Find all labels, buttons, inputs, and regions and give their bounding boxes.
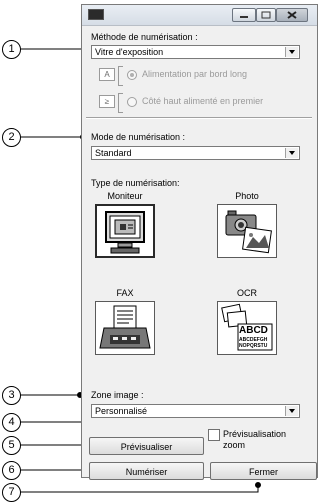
tile-caption-monitor: Moniteur [107,191,143,201]
scan-method-value: Vitre d'exposition [95,47,164,57]
scan-type-fax-button[interactable] [95,301,155,355]
dropdown-arrow-icon[interactable] [285,406,298,416]
feed-long-edge-icon: A [99,68,115,81]
monitor-icon [105,211,145,254]
dropdown-arrow-icon[interactable] [285,148,298,158]
camera-photo-icon [225,210,272,254]
tile-caption-ocr: OCR [237,288,257,298]
fax-icon [99,305,151,349]
minimize-icon [240,16,248,18]
minimize-button[interactable] [232,8,256,22]
maximize-button[interactable] [256,8,276,22]
bracket-icon [118,93,123,113]
scan-method-select[interactable]: Vitre d'exposition [91,45,300,59]
scan-button[interactable]: Numériser [89,462,204,480]
close-icon [287,11,297,19]
callout-1: 1 [2,40,21,59]
radio-long-edge-feed[interactable] [127,70,137,80]
dropdown-arrow-icon[interactable] [285,47,298,57]
scan-type-ocr-button[interactable]: ABCD ABCDEFGH NOPQRSTU [217,301,277,355]
scan-method-label: Méthode de numérisation : [91,32,198,42]
title-bar[interactable] [82,5,317,26]
scan-mode-label: Mode de numérisation : [91,132,186,142]
image-area-label: Zone image : [91,390,144,400]
feed-top-first-label: Côté haut alimenté en premier [142,96,264,106]
callout-3: 3 [2,386,21,405]
feed-top-first-icon: ≥ [99,95,115,108]
scan-mode-select[interactable]: Standard [91,146,300,160]
callout-7: 7 [2,483,21,502]
callout-4: 4 [2,413,21,432]
callout-5: 5 [2,436,21,455]
scan-type-photo-button[interactable] [217,204,277,258]
separator [86,117,312,119]
scan-mode-value: Standard [95,148,132,158]
image-area-value: Personnalisé [95,406,148,416]
bracket-icon [118,66,123,86]
zoom-preview-label-line1: Prévisualisation [223,429,287,439]
scan-type-monitor-button[interactable] [95,204,155,258]
callout-6: 6 [2,461,21,480]
scan-type-label: Type de numérisation: [91,178,180,188]
zoom-preview-checkbox[interactable] [208,429,220,441]
image-area-select[interactable]: Personnalisé [91,404,300,418]
tile-caption-photo: Photo [235,191,259,201]
app-icon [88,9,104,20]
close-window-button[interactable] [276,8,308,22]
feed-long-edge-label: Alimentation par bord long [142,69,248,79]
maximize-icon [261,11,271,19]
tile-caption-fax: FAX [116,288,134,298]
close-button[interactable]: Fermer [210,462,317,480]
ocr-sample-large: ABCD [239,325,268,336]
callout-2: 2 [2,128,21,147]
scanner-dialog: Méthode de numérisation : Vitre d'exposi… [81,4,318,480]
ocr-sample-line-2: NOPQRSTU [239,343,268,349]
preview-button[interactable]: Prévisualiser [89,437,204,455]
zoom-preview-label-line2: zoom [223,440,246,450]
radio-top-first-feed[interactable] [127,97,137,107]
